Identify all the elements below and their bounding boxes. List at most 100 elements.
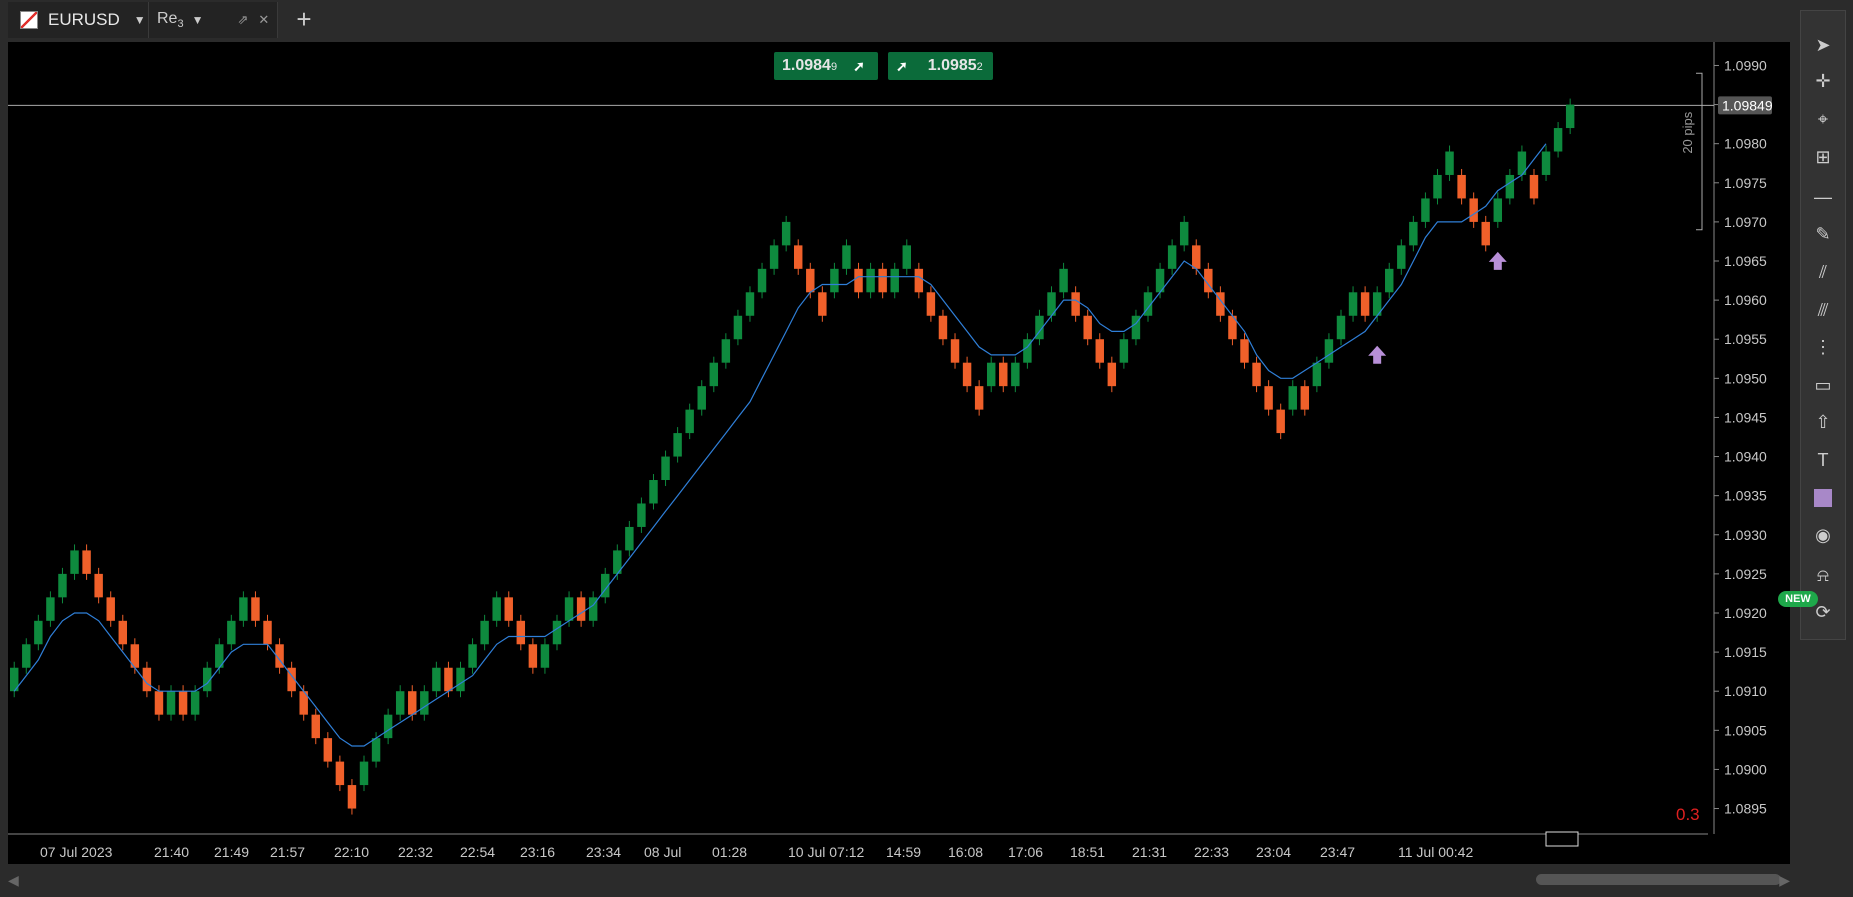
cursor-icon[interactable]: ➤ xyxy=(1807,29,1839,61)
renko-brick xyxy=(733,315,743,340)
horizontal-scrollbar[interactable]: ◀ ▶ xyxy=(8,870,1790,890)
arrow-marker-icon[interactable]: ⇧ xyxy=(1807,406,1839,438)
renko-brick xyxy=(926,292,936,316)
bid-price-sub: 9 xyxy=(830,61,838,73)
renko-brick xyxy=(866,268,875,293)
renko-brick xyxy=(818,292,827,316)
renko-brick xyxy=(178,691,188,715)
renko-brick xyxy=(697,386,706,410)
bell-icon[interactable]: ⍾ xyxy=(1807,559,1839,591)
y-tick-label: 1.0900 xyxy=(1724,761,1767,777)
close-icon[interactable]: ✕ xyxy=(258,12,269,28)
renko-brick xyxy=(842,245,851,269)
renko-brick xyxy=(806,268,815,293)
renko-brick xyxy=(661,456,670,481)
fibonacci-levels-icon[interactable]: ⋮ xyxy=(1807,331,1839,363)
renko-brick xyxy=(239,597,248,621)
color-swatch-icon[interactable] xyxy=(1807,481,1839,513)
y-tick-label: 1.0895 xyxy=(1724,801,1767,817)
renko-brick xyxy=(781,221,791,246)
renko-brick xyxy=(1011,362,1020,387)
drawing-toolbar: ➤ ✛ ⌖ ⊞ — ✎ ⫽ ⫻ ⋮ ▭ ⇧ T ◉ ⍾ ⟳ xyxy=(1800,10,1846,640)
ask-price: 1.0985 xyxy=(927,57,977,74)
x-tick-label: 01:28 xyxy=(712,844,747,860)
chevron-down-icon[interactable]: ▼ xyxy=(192,13,204,27)
crosshair-icon[interactable]: ✛ xyxy=(1807,65,1839,97)
pencil-icon[interactable]: ✎ xyxy=(1807,218,1839,250)
range-bracket xyxy=(1696,72,1703,231)
current-price-label: 1.09849 xyxy=(1722,97,1773,113)
channel-icon[interactable]: ⫻ xyxy=(1807,294,1839,326)
renko-brick xyxy=(58,573,67,598)
tab-renko[interactable]: Re3 ▼ ⇗ ✕ xyxy=(149,2,278,38)
detach-icon[interactable]: ⇗ xyxy=(237,12,248,28)
y-tick-label: 1.0915 xyxy=(1724,644,1767,660)
renko-label-sub: 3 xyxy=(177,18,184,31)
rectangle-icon[interactable]: ▭ xyxy=(1807,369,1839,401)
y-tick-label: 1.0930 xyxy=(1724,527,1767,543)
renko-brick xyxy=(190,691,200,715)
renko-brick xyxy=(118,620,127,645)
renko-brick xyxy=(468,644,477,668)
renko-brick xyxy=(1445,151,1454,175)
corner-value: 0.3 xyxy=(1676,805,1700,824)
renko-brick xyxy=(1119,339,1129,363)
scroll-right-icon[interactable]: ▶ xyxy=(1779,872,1790,889)
renko-brick xyxy=(1348,292,1358,316)
renko-brick xyxy=(444,667,453,692)
y-tick-label: 1.0975 xyxy=(1724,175,1767,191)
chart-svg[interactable]: 1.0990 1.0985 1.0980 1.0975 1.0970 1.0965 1.09… xyxy=(8,42,1790,864)
text-icon[interactable]: T xyxy=(1807,444,1839,476)
chart-area[interactable]: 1.0990 1.0985 1.0980 1.0975 1.0970 1.0965 1.09… xyxy=(8,42,1790,864)
renko-brick xyxy=(854,268,863,293)
y-tick-label: 1.0965 xyxy=(1724,253,1767,269)
x-tick-label: 23:16 xyxy=(520,844,555,860)
renko-brick xyxy=(1505,174,1515,199)
y-tick-label: 1.0920 xyxy=(1724,605,1767,621)
x-tick-label: 21:49 xyxy=(214,844,249,860)
renko-brick xyxy=(34,620,43,645)
x-tick-label: 23:04 xyxy=(1256,844,1291,860)
scrollbar-thumb[interactable] xyxy=(1536,874,1781,885)
chevron-down-icon[interactable]: ▼ xyxy=(134,13,146,27)
horizontal-line-icon[interactable]: — xyxy=(1807,181,1839,213)
renko-brick xyxy=(94,573,103,598)
renko-brick xyxy=(950,339,960,363)
renko-brick xyxy=(528,644,538,668)
renko-brick xyxy=(1071,292,1080,316)
renko-brick xyxy=(408,691,417,715)
y-tick-label: 1.0955 xyxy=(1724,331,1767,347)
renko-brick xyxy=(371,738,381,762)
renko-brick xyxy=(649,480,658,504)
renko-brick xyxy=(263,620,272,645)
add-tab-button[interactable]: + xyxy=(290,4,318,34)
renko-brick xyxy=(914,268,924,293)
renko-brick xyxy=(456,667,465,692)
renko-brick xyxy=(395,691,405,715)
measure-icon[interactable]: ⊞ xyxy=(1807,141,1839,173)
renko-brick xyxy=(383,714,393,739)
renko-brick xyxy=(902,245,911,269)
buy-signal-arrow-icon xyxy=(1488,251,1507,270)
scroll-left-icon[interactable]: ◀ xyxy=(8,872,19,889)
camera-icon[interactable]: ◉ xyxy=(1807,519,1839,551)
tab-eurusd[interactable]: EURUSD ▼ xyxy=(8,2,149,38)
fibonacci-icon[interactable]: ⫽ xyxy=(1807,256,1839,288)
zoom-crosshair-icon[interactable]: ⌖ xyxy=(1807,103,1839,135)
x-tick-label: 11 Jul 00:42 xyxy=(1398,844,1473,860)
renko-brick xyxy=(1433,174,1442,199)
sell-price-button[interactable]: 1.09849 ➚ xyxy=(774,52,878,80)
renko-brick xyxy=(830,268,839,293)
renko-brick xyxy=(637,503,646,527)
renko-brick xyxy=(1083,315,1092,340)
renko-brick xyxy=(673,433,682,457)
renko-brick xyxy=(986,362,996,387)
renko-brick xyxy=(974,386,984,410)
renko-brick xyxy=(492,597,501,621)
renko-brick xyxy=(1397,245,1406,269)
buy-price-button[interactable]: ➚ 1.09852 xyxy=(888,52,993,80)
renko-brick xyxy=(335,761,345,786)
y-tick-label: 1.0925 xyxy=(1724,566,1767,582)
renko-brick xyxy=(878,268,887,293)
renko-brick xyxy=(1288,386,1297,410)
